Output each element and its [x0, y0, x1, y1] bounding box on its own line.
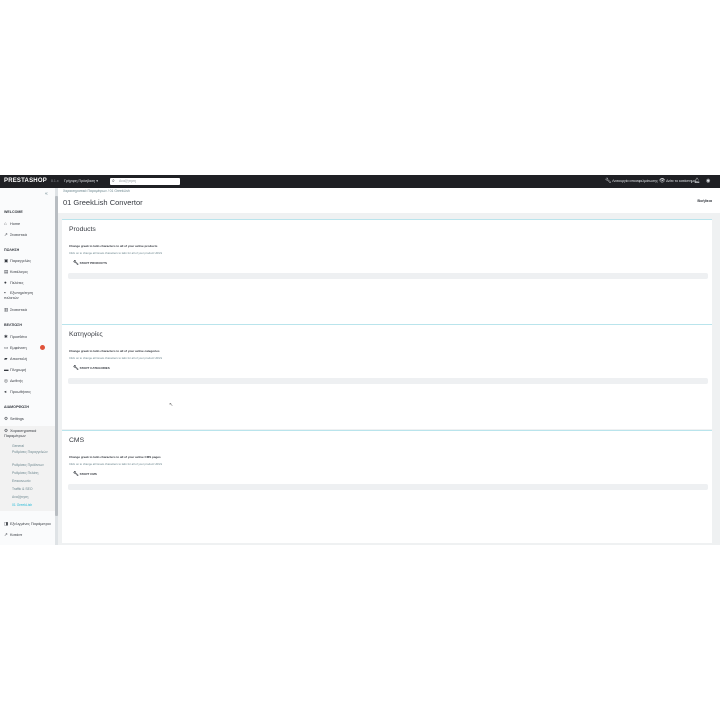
search-input[interactable]: Αναζήτηση	[119, 178, 136, 185]
start-products-button[interactable]: 🔧︎ START PRODUCTS	[73, 260, 107, 266]
sidebar-item-payment[interactable]: ▬ Πληρωμή	[4, 367, 26, 372]
section-configure: ΔΙΑΜΟΡΦΩΣΗ	[4, 405, 29, 409]
sidebar-item-international[interactable]: ◎ Διεθνής	[4, 378, 23, 384]
wrench-icon: 🔧︎	[73, 365, 79, 370]
panel-hint: Click on to change all Greek characters …	[69, 356, 163, 360]
sidebar-item-settings[interactable]: ⚙ Settings	[4, 416, 24, 422]
submenu-order-settings[interactable]: Ρυθμίσεις Παραγγελιών	[12, 450, 48, 455]
version-label: 8.1.x	[51, 179, 59, 183]
submenu-traffic-seo[interactable]: Traffic & SEO	[12, 487, 33, 491]
sidebar-item-modules[interactable]: ✱ Προσθέτα	[4, 334, 27, 340]
quick-access-dropdown[interactable]: Γρήγορη Πρόσβαση ▾	[64, 179, 98, 183]
page-header: Χαρακτηριστικά Παραμέτρων / 01 GreekLish…	[58, 188, 720, 213]
submenu-general[interactable]: General	[12, 444, 24, 448]
view-store-label: Δείτε το κατάστημα	[666, 179, 696, 183]
sidebar-item-advanced[interactable]: ◨ Εξελιγμένες Παράμετροι	[4, 521, 51, 527]
panel-title: Κατηγορίες	[69, 331, 103, 338]
view-store-link[interactable]: 👁︎ Δείτε το κατάστημα	[659, 175, 696, 188]
debug-mode-label: Λειτουργία αποσφαλμάτωσης	[612, 179, 658, 183]
sidebar-item-orders[interactable]: ▣ Παραγγελίες	[4, 258, 31, 264]
sidebar-item-home[interactable]: ⌂ Home	[4, 221, 20, 226]
progress-bar	[68, 378, 708, 384]
submenu-search[interactable]: Αναζήτηση	[12, 495, 28, 499]
search-icon: ⌕	[112, 178, 115, 184]
submenu-contact[interactable]: Επικοινωνία	[12, 479, 30, 483]
app-window: PRESTASHOP 8.1.x Γρήγορη Πρόσβαση ▾ ⌕ Αν…	[0, 175, 720, 545]
wrench-icon: 🔧︎	[605, 178, 612, 184]
sidebar-item-shipping[interactable]: ▰ Αποστολή	[4, 356, 27, 362]
sidebar-item-shop-params[interactable]: ⚙ Χαρακτηριστικά Παραμέτρων	[4, 428, 48, 438]
sidebar-item-service[interactable]: ▪ Εξυπηρέτηση πελατών	[4, 290, 48, 300]
panel-title: Products	[69, 226, 96, 233]
section-welcome: WELCOME	[4, 210, 23, 214]
section-sell: ΠΩΛΗΣΗ	[4, 248, 20, 252]
modules-badge	[40, 345, 45, 350]
sidebar-item-promotions[interactable]: ◂ Προωθήσεις	[4, 389, 31, 395]
mouse-cursor-icon: ↖	[169, 402, 174, 408]
section-improve: ΒΕΛΤΙΩΣΗ	[4, 323, 22, 327]
submenu-customer-settings[interactable]: Ρυθμίσεις Πελάτη	[12, 471, 38, 475]
panel-hint: Click on to change all Greek characters …	[69, 251, 163, 255]
panel-description: Change greek to latin characters to all …	[69, 455, 161, 459]
sidebar-item-stats2[interactable]: ↗ Κατάστ	[4, 532, 22, 538]
sidebar-item-design[interactable]: ▭ Εμφάνιση	[4, 345, 27, 351]
user-icon[interactable]: ◉	[706, 175, 710, 188]
products-panel: Products Change greek to latin character…	[62, 219, 712, 324]
progress-bar	[68, 484, 708, 490]
panel-description: Change greek to latin characters to all …	[69, 349, 160, 353]
wrench-icon: 🔧︎	[73, 260, 79, 265]
submenu-greeklish[interactable]: 01 GreekLish	[12, 503, 32, 507]
eye-icon: 👁︎	[659, 178, 666, 184]
debug-mode-link[interactable]: 🔧︎ Λειτουργία αποσφαλμάτωσης	[605, 175, 658, 188]
search-box[interactable]: ⌕ Αναζήτηση	[110, 178, 180, 185]
panel-hint: Click on to change all Greek characters …	[69, 462, 163, 466]
collapse-sidebar-icon[interactable]: «	[45, 191, 48, 197]
help-button[interactable]: Βοήθεια	[697, 199, 712, 203]
sidebar-item-dashboard[interactable]: ↗ Στατιστικά	[4, 232, 27, 238]
main-content: Χαρακτηριστικά Παραμέτρων / 01 GreekLish…	[58, 188, 720, 545]
wrench-icon: 🔧︎	[73, 471, 79, 476]
breadcrumb[interactable]: Χαρακτηριστικά Παραμέτρων / 01 GreekLish	[63, 189, 130, 193]
sidebar: « WELCOME ⌂ Home ↗ Στατιστικά ΠΩΛΗΣΗ ▣ Παρα…	[0, 188, 55, 545]
categories-panel: Κατηγορίες Change greek to latin charact…	[62, 324, 712, 429]
cms-panel: CMS Change greek to latin characters to …	[62, 430, 712, 543]
sidebar-item-catalog[interactable]: ▤ Κατάλογος	[4, 269, 28, 275]
start-categories-button[interactable]: 🔧︎ START CATEGORIES	[73, 365, 110, 371]
page-title: 01 GreekLish Convertor	[63, 198, 143, 207]
sidebar-item-stats[interactable]: ▥ Στατιστικά	[4, 307, 27, 313]
panel-title: CMS	[69, 437, 85, 444]
progress-bar	[68, 273, 708, 279]
top-bar: PRESTASHOP 8.1.x Γρήγορη Πρόσβαση ▾ ⌕ Αν…	[0, 175, 720, 188]
bell-icon[interactable]: 🔔︎	[694, 175, 700, 188]
panel-description: Change greek to latin characters to all …	[69, 244, 158, 248]
submenu-product-settings[interactable]: Ρυθμίσεις Προϊόντων	[12, 463, 44, 467]
start-cms-button[interactable]: 🔧︎ START CMS	[73, 471, 97, 477]
sidebar-item-customers[interactable]: ● Πελάτες	[4, 280, 24, 285]
prestashop-logo[interactable]: PRESTASHOP	[4, 178, 47, 184]
